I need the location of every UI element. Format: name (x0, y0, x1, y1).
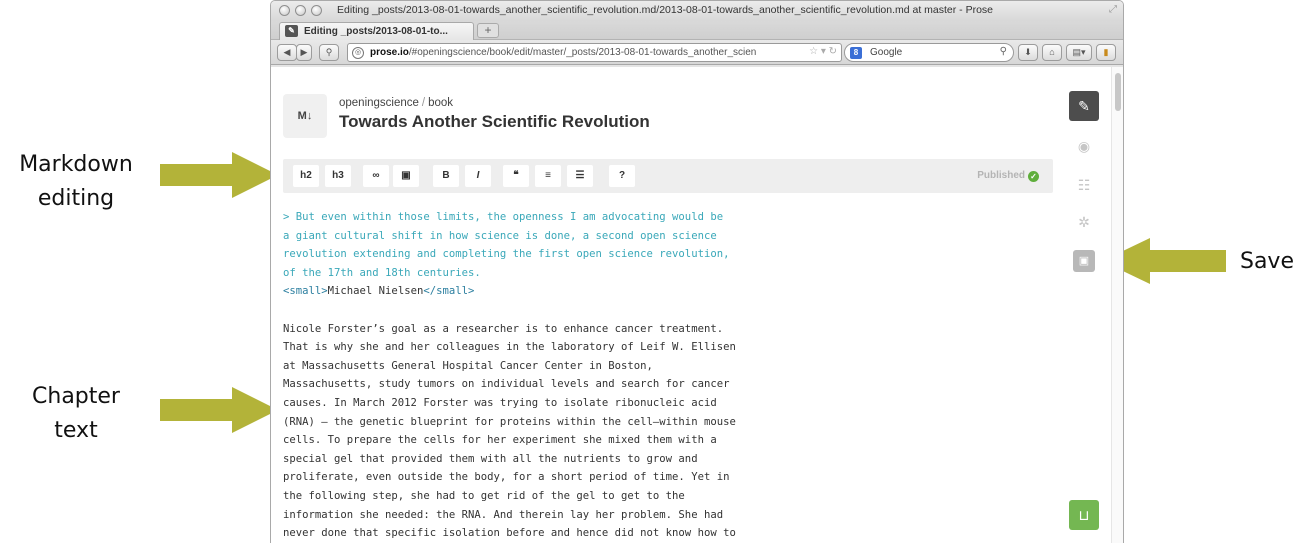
annotation-markdown-line2: editing (37, 186, 115, 211)
close-window-button[interactable] (279, 5, 290, 16)
tab-label: Editing _posts/2013-08-01-to... (304, 26, 448, 37)
browser-tab-active[interactable]: ✎ Editing _posts/2013-08-01-to... (279, 22, 474, 40)
body-line: the following step, she had to get rid o… (283, 489, 685, 502)
preview-eye-icon[interactable]: ◉ (1069, 131, 1099, 161)
body-line: Massachusetts, study tumors on individua… (283, 378, 730, 391)
bookmarks-menu-button[interactable]: ▤▾ (1066, 44, 1092, 61)
page-identity-button[interactable]: ⚲ (319, 44, 339, 61)
attribution-text: Michael Nielsen (327, 285, 424, 298)
attribution-line: <small>Michael Nielsen</small> (283, 282, 803, 301)
body-line: special gel that provided them with all … (283, 452, 698, 465)
minimize-window-button[interactable] (295, 5, 306, 16)
small-close-tag: </small> (423, 285, 475, 298)
home-button[interactable]: ⌂ (1042, 44, 1062, 61)
title-bar: Editing _posts/2013-08-01-towards_anothe… (271, 1, 1123, 21)
save-icon[interactable]: ▣ (1073, 250, 1095, 272)
scrollbar-thumb[interactable] (1115, 73, 1121, 111)
markdown-editor[interactable]: > But even within those limits, the open… (283, 208, 803, 543)
markdown-badge: M↓ (283, 94, 327, 138)
zoom-window-button[interactable] (311, 5, 322, 16)
small-open-tag: <small> (283, 285, 328, 298)
link-button[interactable]: ∞ (363, 165, 389, 187)
search-icon[interactable]: ⚲ (1000, 46, 1007, 57)
page-viewport: M↓ openingscience / book Towards Another S… (271, 67, 1123, 543)
annotation-save: Save (1228, 245, 1306, 279)
downloads-button[interactable]: ⬇ (1018, 44, 1038, 61)
breadcrumb-owner[interactable]: openingscience (339, 97, 419, 109)
prose-favicon-icon: ✎ (285, 25, 298, 37)
bold-button[interactable]: B (433, 165, 459, 187)
edit-pencil-icon[interactable]: ✎ (1069, 91, 1099, 121)
published-label: Published (977, 170, 1025, 181)
image-button[interactable]: ▣ (393, 165, 419, 187)
body-line: information she needed: the RNA. And the… (283, 508, 724, 521)
annotation-chapter-line2: text (54, 418, 98, 443)
url-path: /#openingscience/book/edit/master/_posts… (408, 47, 757, 58)
arrow-markdown-editing (160, 152, 278, 198)
url-bar[interactable]: ◎ prose.io/#openingscience/book/edit/mas… (347, 43, 842, 62)
breadcrumb: openingscience / book (339, 97, 453, 109)
bookmark-star-icon[interactable]: ☆ ▾ ↻ (809, 46, 837, 57)
quote-line: of the 17th and 18th centuries. (283, 266, 481, 279)
unordered-list-button[interactable]: ≡ (535, 165, 561, 187)
navigation-bar: ◀ ▶ ⚲ ◎ prose.io/#openingscience/book/ed… (271, 40, 1123, 65)
body-line: (RNA) – the genetic blueprint for protei… (283, 415, 736, 428)
annotation-markdown-editing: Markdown editing (6, 148, 146, 216)
published-status[interactable]: Published ✓ (977, 170, 1039, 182)
breadcrumb-repo[interactable]: book (428, 97, 453, 109)
breadcrumb-separator: / (421, 97, 426, 109)
commit-save-icon[interactable]: ⊔ (1069, 500, 1099, 530)
quote-line: > But even within those limits, the open… (283, 211, 724, 223)
globe-icon: ◎ (352, 47, 364, 59)
fullscreen-icon[interactable]: ⤢ (1109, 4, 1117, 15)
document-title[interactable]: Towards Another Scientific Revolution (339, 112, 650, 132)
annotation-markdown-line1: Markdown (19, 152, 133, 177)
settings-gear-icon[interactable]: ✲ (1069, 207, 1099, 237)
new-tab-button[interactable]: + (477, 23, 499, 38)
body-line: never done that specific isolation befor… (283, 527, 736, 540)
annotation-chapter-line1: Chapter (32, 384, 120, 409)
markdown-toolbar: h2 h3 ∞ ▣ B I ❝ ≡ ☰ ? Published ✓ (283, 159, 1053, 193)
url-host: prose.io (370, 47, 409, 58)
search-bar[interactable]: 8 Google ⚲ (844, 43, 1014, 62)
body-line: proliferate, even outside the body, for … (283, 471, 730, 484)
ordered-list-button[interactable]: ☰ (567, 165, 593, 187)
vertical-scrollbar[interactable] (1111, 67, 1123, 543)
forward-button[interactable]: ▶ (296, 44, 312, 61)
body-line: causes. In March 2012 Forster was trying… (283, 396, 717, 409)
body-line: That is why she and her colleagues in th… (283, 341, 736, 354)
body-line: at Massachusetts General Hospital Cancer… (283, 359, 653, 372)
addon-button[interactable]: ▮ (1096, 44, 1116, 61)
back-button[interactable]: ◀ (277, 44, 297, 61)
help-button[interactable]: ? (609, 165, 635, 187)
metadata-list-icon[interactable]: ☷ (1069, 170, 1099, 200)
annotation-chapter-text: Chapter text (6, 380, 146, 448)
check-icon: ✓ (1028, 171, 1039, 182)
blockquote-button[interactable]: ❝ (503, 165, 529, 187)
quote-line: a giant cultural shift in how science is… (283, 229, 717, 242)
browser-window: Editing _posts/2013-08-01-towards_anothe… (270, 0, 1124, 543)
window-title: Editing _posts/2013-08-01-towards_anothe… (337, 4, 994, 16)
search-placeholder: Google (870, 47, 903, 58)
arrow-chapter-text (160, 387, 278, 433)
tab-bar: ✎ Editing _posts/2013-08-01-to... + (271, 21, 1123, 40)
body-line: cells. To prepare the cells for her expe… (283, 434, 717, 447)
heading3-button[interactable]: h3 (325, 165, 351, 187)
search-engine-icon[interactable]: 8 (850, 47, 862, 59)
heading2-button[interactable]: h2 (293, 165, 319, 187)
body-line: Nicole Forster’s goal as a researcher is… (283, 322, 724, 335)
quote-line: revolution extending and completing the … (283, 248, 730, 261)
annotation-save-label: Save (1239, 249, 1294, 274)
italic-button[interactable]: I (465, 165, 491, 187)
